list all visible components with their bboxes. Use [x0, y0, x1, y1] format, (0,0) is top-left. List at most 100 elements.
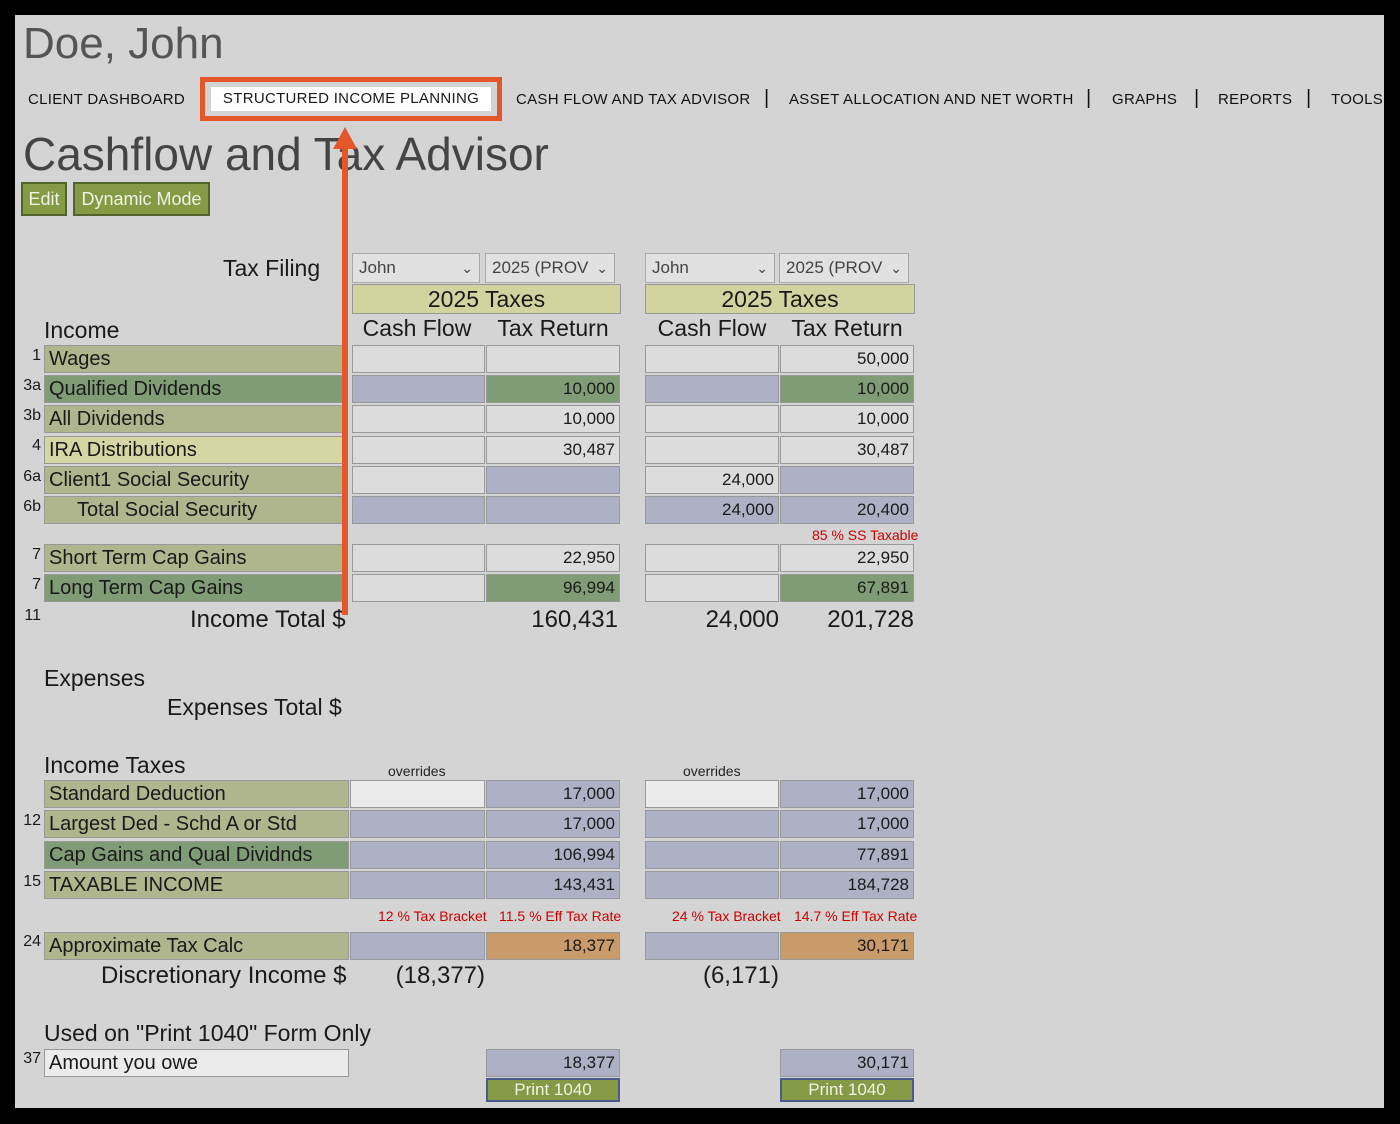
row-number: 3a [23, 377, 41, 394]
approx-tax-cell: 30,171 [780, 932, 914, 960]
income-total-tr: 160,431 [531, 606, 618, 633]
nav-separator: | [1086, 87, 1092, 109]
nav-asset-allocation[interactable]: ASSET ALLOCATION AND NET WORTH [789, 91, 1074, 108]
row-number: 24 [23, 933, 41, 950]
tax-bracket-note: 24 % Tax Bracket [672, 908, 781, 924]
print-1040-button[interactable]: Print 1040 [780, 1078, 914, 1102]
cash-flow-cell[interactable] [352, 544, 485, 572]
cash-flow-cell[interactable] [352, 375, 485, 403]
tax-return-cell[interactable]: 22,950 [780, 544, 914, 572]
approx-tax-label: Approximate Tax Calc [44, 932, 349, 960]
year-select-value: 2025 (PROV [492, 258, 589, 277]
cash-flow-cell[interactable] [352, 345, 485, 373]
tax-return-cell[interactable]: 10,000 [486, 375, 620, 403]
year-taxes-header: 2025 Taxes [352, 284, 621, 314]
income-total-cf: 24,000 [705, 606, 779, 633]
approx-tax-cf-cell [350, 932, 485, 960]
cash-flow-cell[interactable] [645, 544, 779, 572]
row-number: 6a [23, 468, 41, 485]
year-select[interactable]: 2025 (PROV ⌄ [485, 253, 615, 283]
person-select[interactable]: John ⌄ [352, 253, 480, 283]
tax-return-cell[interactable]: 10,000 [780, 375, 914, 403]
discretionary-value: (18,377) [395, 962, 485, 989]
cash-flow-cell[interactable] [352, 466, 485, 494]
income-row-label: Client1 Social Security [44, 466, 344, 494]
income-row-label: Qualified Dividends [44, 375, 344, 403]
nav-cash-flow-tax-advisor[interactable]: CASH FLOW AND TAX ADVISOR [516, 91, 751, 108]
tax-row-label: Cap Gains and Qual Dividnds [44, 841, 349, 869]
cash-flow-cell[interactable]: 24,000 [645, 496, 779, 524]
tax-row-label: Largest Ded - Schd A or Std [44, 810, 349, 838]
tax-return-cell[interactable]: 96,994 [486, 574, 620, 602]
nav-separator: | [1306, 87, 1312, 109]
tax-return-cell[interactable]: 10,000 [486, 405, 620, 433]
tax-return-cell[interactable]: 30,487 [486, 436, 620, 464]
cash-flow-cell[interactable] [352, 574, 485, 602]
cash-flow-cell[interactable] [645, 405, 779, 433]
cash-flow-cell[interactable] [352, 405, 485, 433]
tax-return-cell: 17,000 [486, 810, 620, 838]
nav-graphs[interactable]: GRAPHS [1112, 91, 1177, 108]
discretionary-label: Discretionary Income $ [101, 962, 347, 989]
client-name: Doe, John [23, 19, 224, 68]
chevron-down-icon: ⌄ [890, 260, 902, 276]
tax-return-cell[interactable]: 67,891 [780, 574, 914, 602]
amount-owe-cell: 18,377 [486, 1049, 620, 1077]
override-cell[interactable] [645, 780, 779, 808]
nav-reports[interactable]: REPORTS [1218, 91, 1292, 108]
tax-return-cell: 17,000 [780, 780, 914, 808]
income-row-label: Short Term Cap Gains [44, 544, 344, 572]
annotation-arrow-head [333, 127, 357, 149]
cash-flow-cell[interactable] [352, 436, 485, 464]
tax-return-cell[interactable] [486, 496, 620, 524]
row-number: 11 [24, 607, 41, 624]
tax-return-cell: 17,000 [486, 780, 620, 808]
chevron-down-icon: ⌄ [756, 260, 768, 276]
tax-return-cell[interactable]: 30,487 [780, 436, 914, 464]
tax-row-label: Standard Deduction [44, 780, 349, 808]
cash-flow-header: Cash Flow [657, 315, 767, 341]
print-1040-button[interactable]: Print 1040 [486, 1078, 620, 1102]
tax-return-cell[interactable]: 22,950 [486, 544, 620, 572]
income-total-label: Income Total $ [190, 606, 346, 633]
row-number: 15 [23, 873, 41, 890]
discretionary-value: (6,171) [702, 962, 779, 989]
tax-return-header: Tax Return [497, 315, 609, 341]
cash-flow-cell[interactable] [645, 436, 779, 464]
dynamic-mode-button[interactable]: Dynamic Mode [73, 182, 210, 216]
tax-return-cell[interactable]: 50,000 [780, 345, 914, 373]
tax-return-cell[interactable]: 10,000 [780, 405, 914, 433]
edit-button[interactable]: Edit [21, 182, 67, 216]
override-cell [350, 841, 485, 869]
cash-flow-header: Cash Flow [362, 315, 472, 341]
person-select[interactable]: John ⌄ [645, 253, 775, 283]
year-select[interactable]: 2025 (PROV ⌄ [779, 253, 909, 283]
cash-flow-cell[interactable]: 24,000 [645, 466, 779, 494]
tax-return-cell[interactable] [486, 466, 620, 494]
tax-return-cell[interactable]: 20,400 [780, 496, 914, 524]
overrides-label: overrides [388, 763, 446, 779]
row-number: 7 [32, 546, 41, 563]
tax-return-cell: 77,891 [780, 841, 914, 869]
chevron-down-icon: ⌄ [461, 260, 473, 276]
override-cell[interactable] [350, 780, 485, 808]
row-number: 12 [23, 812, 41, 829]
tax-return-cell[interactable] [780, 466, 914, 494]
nav-separator: | [1194, 87, 1200, 109]
nav-client-dashboard[interactable]: CLIENT DASHBOARD [28, 91, 185, 108]
override-cell [645, 841, 779, 869]
nav-structured-income-planning[interactable]: STRUCTURED INCOME PLANNING [211, 87, 491, 111]
eff-tax-rate-note: 14.7 % Eff Tax Rate [794, 908, 918, 924]
tax-return-cell[interactable] [486, 345, 620, 373]
nav-tools[interactable]: TOOLS [1331, 91, 1383, 108]
nav-separator: | [764, 87, 770, 109]
income-row-label: Total Social Security [44, 496, 344, 524]
overrides-label: overrides [683, 763, 741, 779]
cash-flow-cell[interactable] [645, 574, 779, 602]
amount-owe-cell: 30,171 [780, 1049, 914, 1077]
eff-tax-rate-note: 11.5 % Eff Tax Rate [499, 908, 622, 924]
cash-flow-cell[interactable] [645, 375, 779, 403]
cash-flow-cell[interactable] [352, 496, 485, 524]
cash-flow-cell[interactable] [645, 345, 779, 373]
annotation-arrow [342, 143, 348, 615]
